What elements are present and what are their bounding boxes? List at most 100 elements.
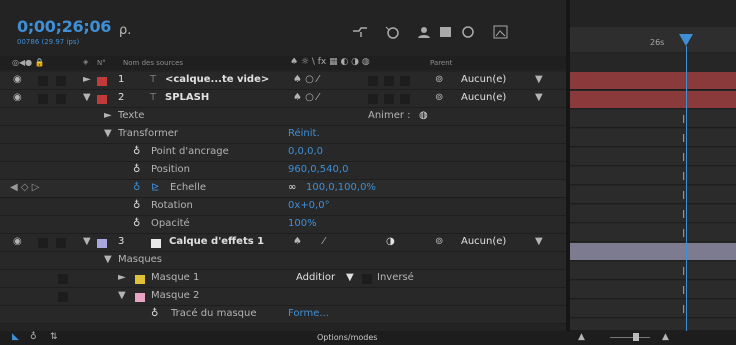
animate-arrow-icon[interactable]: ◍ bbox=[419, 110, 428, 121]
transfer-controls-icon[interactable]: ⇅ bbox=[50, 332, 58, 342]
adjustment-layer-icon[interactable]: ◑ bbox=[386, 236, 395, 247]
mask-color-swatch[interactable] bbox=[135, 293, 145, 302]
parent-dropdown[interactable]: Aucun(e) bbox=[461, 236, 506, 247]
reset-link[interactable]: Réinit. bbox=[288, 128, 320, 139]
layer-bar[interactable] bbox=[570, 243, 736, 261]
search-field[interactable]: ρ. bbox=[119, 23, 131, 38]
frame-blending-icon[interactable] bbox=[438, 25, 454, 39]
time-ruler[interactable]: 26s bbox=[570, 0, 736, 54]
property-row[interactable]: ♁ Tracé du masque Forme... bbox=[0, 306, 566, 324]
mask-shape-link[interactable]: Forme... bbox=[288, 308, 329, 319]
property-group-row[interactable]: ► Texte Animer : ◍ bbox=[0, 108, 566, 126]
zoom-out-icon[interactable]: ▲ bbox=[578, 332, 585, 342]
switch-box[interactable] bbox=[400, 94, 410, 104]
anchor-point-value[interactable]: 0,0,0,0 bbox=[288, 146, 323, 157]
options-modes-toggle[interactable]: Options/modes bbox=[317, 333, 377, 342]
property-row[interactable]: ♁ Opacité 100% bbox=[0, 216, 566, 234]
expand-triangle-icon[interactable]: ▼ bbox=[83, 236, 91, 247]
collapse-triangle-icon[interactable]: ► bbox=[118, 272, 126, 283]
property-masks[interactable]: Masques bbox=[118, 254, 162, 265]
animate-menu[interactable]: Animer : bbox=[368, 110, 411, 121]
current-time-display[interactable]: 0;00;26;06 bbox=[17, 17, 111, 36]
expand-triangle-icon[interactable]: ▼ bbox=[104, 128, 112, 139]
property-row[interactable]: ♁ Position 960,0,540,0 bbox=[0, 162, 566, 180]
zoom-slider-handle[interactable] bbox=[633, 333, 639, 341]
solo-switch[interactable] bbox=[38, 76, 48, 86]
layer-name[interactable]: <calque...te vide> bbox=[165, 74, 269, 85]
switch-box[interactable] bbox=[384, 94, 394, 104]
stopwatch-icon[interactable]: ♁ bbox=[151, 308, 158, 319]
keyframe-icon[interactable]: I bbox=[682, 151, 685, 164]
pickwhip-icon[interactable]: ⊚ bbox=[435, 236, 443, 247]
mask-switch[interactable] bbox=[58, 292, 68, 302]
expand-triangle-icon[interactable]: ▼ bbox=[118, 290, 126, 301]
scale-value[interactable]: 100,0,100,0% bbox=[306, 182, 376, 193]
shy-switch-icon[interactable]: ♠ ○ ⁄ bbox=[293, 74, 319, 85]
motion-blur-icon[interactable] bbox=[460, 25, 476, 39]
shy-layers-icon[interactable] bbox=[416, 25, 432, 39]
graph-toggle-icon[interactable]: ⊵ bbox=[151, 182, 159, 193]
mask-switch[interactable] bbox=[58, 274, 68, 284]
column-source-name[interactable]: Nom des sources bbox=[123, 59, 183, 67]
mask-name[interactable]: Masque 1 bbox=[151, 272, 199, 283]
property-row[interactable]: ♁ Point d'ancrage 0,0,0,0 bbox=[0, 144, 566, 162]
shy-switch-icon[interactable]: ♠ bbox=[293, 236, 302, 247]
layer-switches-icon[interactable]: ♁ bbox=[30, 332, 37, 342]
layer-bar[interactable] bbox=[570, 91, 736, 109]
property-row[interactable]: ◀ ◇ ▷ ♁ ⊵ Echelle ∞ 100,0,100,0% bbox=[0, 180, 566, 198]
graph-editor-icon[interactable] bbox=[493, 25, 509, 39]
inverted-checkbox[interactable] bbox=[362, 274, 372, 284]
keyframe-icon[interactable]: I bbox=[682, 189, 685, 202]
comp-flowchart-icon[interactable]: ◣ bbox=[12, 332, 19, 342]
property-transformer[interactable]: Transformer bbox=[118, 128, 178, 139]
quality-switch-icon[interactable]: ⁄ bbox=[323, 236, 325, 247]
layer-label-color[interactable] bbox=[97, 95, 107, 104]
shy-switch-icon[interactable]: ♠ ○ ⁄ bbox=[293, 92, 319, 103]
stopwatch-active-icon[interactable]: ♁ bbox=[133, 182, 140, 193]
chevron-down-icon[interactable]: ▼ bbox=[346, 272, 354, 283]
keyframe-icon[interactable]: I bbox=[682, 208, 685, 221]
lock-switch[interactable] bbox=[56, 76, 66, 86]
parent-dropdown[interactable]: Aucun(e) bbox=[461, 92, 506, 103]
keyframe-icon[interactable]: I bbox=[682, 132, 685, 145]
mask-row[interactable]: ▼ Masque 2 bbox=[0, 288, 566, 306]
pickwhip-icon[interactable]: ⊚ bbox=[435, 92, 443, 103]
switch-box[interactable] bbox=[384, 76, 394, 86]
keyframe-icon[interactable]: I bbox=[682, 265, 685, 278]
solo-switch[interactable] bbox=[38, 94, 48, 104]
draft-3d-icon[interactable] bbox=[384, 25, 400, 39]
layer-label-color[interactable] bbox=[97, 77, 107, 86]
stopwatch-icon[interactable]: ♁ bbox=[133, 200, 140, 211]
layer-row[interactable]: ◉ ▼ 2 T SPLASH ♠ ○ ⁄ ⊚ Aucun(e) ▼ bbox=[0, 90, 566, 108]
keyframe-icon[interactable]: I bbox=[682, 227, 685, 240]
property-row[interactable]: ♁ Rotation 0x+0,0° bbox=[0, 198, 566, 216]
keyframe-icon[interactable]: I bbox=[682, 170, 685, 183]
layer-row[interactable]: ◉ ▼ 3 Calque d'effets 1 ♠ ⁄ ◑ ⊚ Aucun(e)… bbox=[0, 234, 566, 252]
current-time-indicator[interactable] bbox=[679, 34, 693, 46]
expand-triangle-icon[interactable]: ▼ bbox=[104, 254, 112, 265]
chevron-down-icon[interactable]: ▼ bbox=[535, 236, 543, 247]
stopwatch-icon[interactable]: ♁ bbox=[133, 164, 140, 175]
layer-row[interactable]: ◉ ► 1 T <calque...te vide> ♠ ○ ⁄ ⊚ Aucun… bbox=[0, 72, 566, 90]
chevron-down-icon[interactable]: ▼ bbox=[535, 92, 543, 103]
keyframe-icon[interactable]: I bbox=[682, 284, 685, 297]
keyframe-navigator-icon[interactable]: ◀ ◇ ▷ bbox=[10, 182, 39, 193]
rotation-value[interactable]: 0x+0,0° bbox=[288, 200, 330, 211]
lock-switch[interactable] bbox=[56, 238, 66, 248]
collapse-triangle-icon[interactable]: ► bbox=[83, 74, 91, 85]
expand-triangle-icon[interactable]: ▼ bbox=[83, 92, 91, 103]
property-group-row[interactable]: ▼ Masques bbox=[0, 252, 566, 270]
switch-box[interactable] bbox=[368, 76, 378, 86]
layer-label-color[interactable] bbox=[97, 239, 107, 248]
opacity-value[interactable]: 100% bbox=[288, 218, 317, 229]
eye-icon[interactable]: ◉ bbox=[13, 74, 22, 85]
stopwatch-icon[interactable]: ♁ bbox=[133, 146, 140, 157]
solo-switch[interactable] bbox=[38, 238, 48, 248]
mask-name[interactable]: Masque 2 bbox=[151, 290, 199, 301]
eye-icon[interactable]: ◉ bbox=[13, 236, 22, 247]
mask-color-swatch[interactable] bbox=[135, 275, 145, 284]
switch-box[interactable] bbox=[368, 94, 378, 104]
stopwatch-icon[interactable]: ♁ bbox=[133, 218, 140, 229]
property-group-row[interactable]: ▼ Transformer Réinit. bbox=[0, 126, 566, 144]
comp-mini-flowchart-icon[interactable] bbox=[352, 25, 368, 39]
